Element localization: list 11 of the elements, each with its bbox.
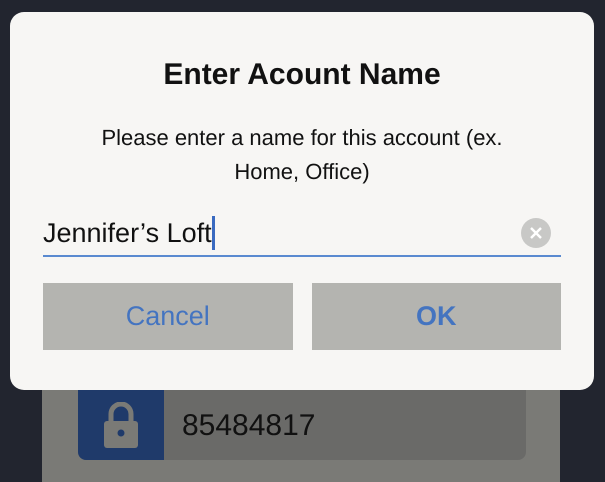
- account-field[interactable]: 85484817: [78, 390, 526, 460]
- dialog-button[interactable]: Cancel: [43, 283, 292, 350]
- close-icon: [530, 227, 542, 239]
- dialog-title: Enter Acount Name: [163, 57, 441, 93]
- clear-button[interactable]: [521, 218, 551, 248]
- padlock-icon: [103, 402, 139, 448]
- name-field[interactable]: Jennifer’s Loft: [43, 211, 561, 257]
- account-number: 85484817: [182, 408, 316, 444]
- dialog-message: Please enter a name for this account (ex. Home, Office): [100, 124, 504, 186]
- dialog-button[interactable]: OK: [312, 283, 561, 350]
- field-value: Jennifer’s Loft: [43, 216, 212, 250]
